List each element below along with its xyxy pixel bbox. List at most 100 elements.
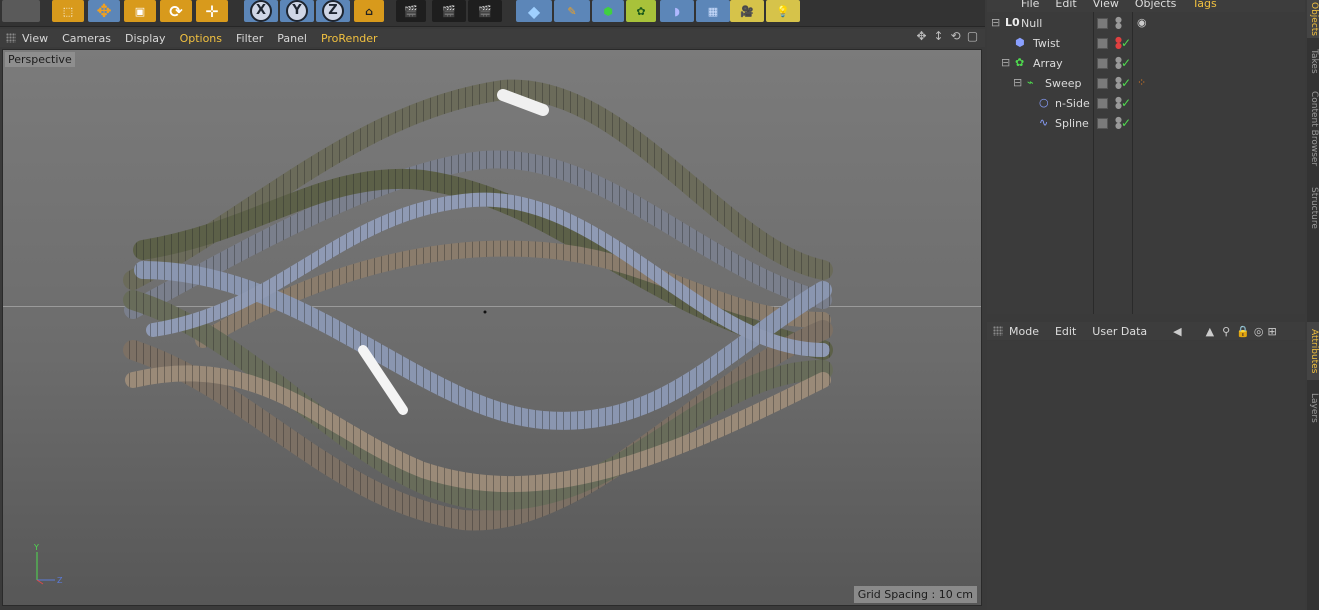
cube-button[interactable]: ◆: [516, 0, 552, 22]
objects-menu-tags[interactable]: Tags: [1192, 0, 1216, 10]
layer-toggle[interactable]: [1097, 98, 1108, 109]
3d-viewport[interactable]: Perspective Grid Spacing : 10 cm Y Z: [2, 49, 982, 606]
orbit-icon[interactable]: ⟲: [949, 30, 962, 43]
attributes-menu-user-data[interactable]: User Data: [1092, 325, 1147, 338]
grid-spacing-readout: Grid Spacing : 10 cm: [853, 586, 977, 603]
visibility-dots[interactable]: ● ●: [1115, 116, 1122, 130]
tree-expand-icon[interactable]: ⊟: [1001, 57, 1013, 69]
render-settings-button[interactable]: 🎬: [468, 0, 502, 22]
object-name[interactable]: n-Side: [1055, 97, 1090, 110]
enabled-check-icon[interactable]: ✓: [1121, 36, 1131, 50]
layer-toggle[interactable]: [1097, 78, 1108, 89]
object-name[interactable]: Sweep: [1045, 77, 1082, 90]
new-panel-icon[interactable]: ⊞: [1267, 325, 1276, 338]
back-arrow-icon[interactable]: ◀: [1173, 325, 1181, 338]
scale-tool-button[interactable]: ▣: [124, 0, 156, 22]
visibility-dots[interactable]: ● ●: [1115, 76, 1122, 90]
side-tab-objects[interactable]: Objects: [1307, 0, 1319, 38]
up-arrow-icon[interactable]: ▲: [1206, 325, 1214, 338]
panel-grip-icon[interactable]: [993, 326, 1003, 336]
array-icon: ✿: [1015, 56, 1025, 69]
target-icon[interactable]: ◎: [1254, 325, 1264, 338]
live-selection-button[interactable]: ⬚: [52, 0, 84, 22]
layer-toggle[interactable]: [1097, 18, 1108, 29]
attributes-menu-bar: Mode Edit User Data ◀ ▲ ⚲ 🔒 ◎ ⊞: [987, 322, 1305, 340]
visibility-dots[interactable]: ● ●: [1115, 16, 1122, 30]
side-tab-attributes[interactable]: Attributes: [1307, 322, 1319, 380]
y-axis-button[interactable]: Y: [280, 0, 314, 22]
visibility-dots[interactable]: ● ●: [1115, 96, 1122, 110]
object-name[interactable]: Array: [1033, 57, 1063, 70]
tree-row-spline[interactable]: ∿ Spline ● ● ✓: [987, 114, 1305, 134]
side-tab-content-browser[interactable]: Content Browser: [1307, 86, 1319, 172]
tree-row-sweep[interactable]: ⊟ ⌁ Sweep ● ● ✓ ⁘: [987, 74, 1305, 94]
search-icon[interactable]: ⚲: [1222, 325, 1230, 338]
x-axis-button[interactable]: X: [244, 0, 278, 22]
enabled-check-icon[interactable]: ✓: [1121, 116, 1131, 130]
object-name[interactable]: Spline: [1055, 117, 1089, 130]
enabled-check-icon[interactable]: ✓: [1121, 76, 1131, 90]
tree-expand-icon[interactable]: ⊟: [1013, 77, 1025, 89]
menu-display[interactable]: Display: [125, 32, 166, 45]
light-bulb-icon: 💡: [776, 4, 790, 18]
objects-menu-file[interactable]: File: [1021, 0, 1039, 10]
layer-toggle[interactable]: [1097, 58, 1108, 69]
z-axis-button[interactable]: Z: [316, 0, 350, 22]
render-picture-viewer-button[interactable]: 🎬: [432, 0, 466, 22]
menu-options[interactable]: Options: [180, 32, 222, 45]
tree-row-null[interactable]: ⊟ L0 Null ● ● ◉: [987, 14, 1305, 34]
tree-row-twist[interactable]: ⬢ Twist ● ● ✓: [987, 34, 1305, 54]
viewport-camera-label[interactable]: Perspective: [5, 52, 75, 67]
floor-button[interactable]: ▦: [696, 0, 730, 22]
subdivision-button[interactable]: ⬢: [592, 0, 624, 22]
enabled-check-icon[interactable]: ✓: [1121, 96, 1131, 110]
undo-button[interactable]: [2, 0, 40, 22]
menu-prorender[interactable]: ProRender: [321, 32, 378, 45]
light-button[interactable]: 💡: [766, 0, 800, 22]
enabled-check-icon[interactable]: ✓: [1121, 56, 1131, 70]
object-name[interactable]: Null: [1021, 17, 1042, 30]
phong-tag-icon[interactable]: ⁘: [1137, 77, 1149, 89]
objects-menu-edit[interactable]: Edit: [1055, 0, 1076, 10]
transform-tool-button[interactable]: ✛: [196, 0, 228, 22]
menu-filter[interactable]: Filter: [236, 32, 263, 45]
side-tab-takes[interactable]: Takes: [1307, 44, 1319, 78]
pan-icon[interactable]: ✥: [915, 30, 928, 43]
coordinate-system-button[interactable]: ⌂: [354, 0, 384, 22]
object-name[interactable]: Twist: [1033, 37, 1060, 50]
visibility-dots[interactable]: ● ●: [1115, 56, 1122, 70]
move-tool-button[interactable]: ✥: [88, 0, 120, 22]
array-button[interactable]: ✿: [626, 0, 656, 22]
tree-expand-icon[interactable]: ⊟: [991, 17, 1003, 29]
visibility-dots[interactable]: ● ●: [1115, 36, 1122, 50]
layer-toggle[interactable]: [1097, 38, 1108, 49]
rotate-icon: ⟳: [169, 1, 183, 21]
cube-icon: ◆: [527, 1, 541, 21]
layer-toggle[interactable]: [1097, 118, 1108, 129]
attributes-menu-mode[interactable]: Mode: [1009, 325, 1039, 338]
maximize-icon[interactable]: ▢: [966, 30, 979, 43]
render-view-button[interactable]: 🎬: [396, 0, 426, 22]
objects-menu-view[interactable]: View: [1093, 0, 1119, 10]
side-tab-layers[interactable]: Layers: [1307, 388, 1319, 428]
lock-icon[interactable]: 🔒: [1236, 325, 1250, 338]
attributes-menu-edit[interactable]: Edit: [1055, 325, 1076, 338]
menu-cameras[interactable]: Cameras: [62, 32, 111, 45]
deformer-button[interactable]: ◗: [660, 0, 694, 22]
subdivision-icon: ⬢: [603, 4, 613, 18]
panel-grip-icon[interactable]: [6, 33, 16, 43]
pen-button[interactable]: ✎: [554, 0, 590, 22]
twist-icon: ⬢: [1015, 36, 1025, 49]
objects-menu-objects[interactable]: Objects: [1135, 0, 1177, 10]
tree-row-nside[interactable]: ○ n-Side ● ● ✓: [987, 94, 1305, 114]
material-tag-icon[interactable]: ◉: [1137, 17, 1149, 29]
camera-button[interactable]: 🎥: [730, 0, 764, 22]
tree-row-array[interactable]: ⊟ ✿ Array ● ● ✓: [987, 54, 1305, 74]
menu-view[interactable]: View: [22, 32, 48, 45]
menu-panel[interactable]: Panel: [277, 32, 307, 45]
main-toolbar: ⬚ ✥ ▣ ⟳ ✛ X Y Z ⌂ 🎬 🎬 🎬 ◆ ✎ ⬢ ✿ ◗ ▦ 🎥 💡: [0, 0, 985, 27]
side-tab-structure[interactable]: Structure: [1307, 180, 1319, 236]
selection-icon: ⬚: [62, 4, 74, 18]
dolly-icon[interactable]: ↕: [932, 30, 945, 43]
rotate-tool-button[interactable]: ⟳: [160, 0, 192, 22]
